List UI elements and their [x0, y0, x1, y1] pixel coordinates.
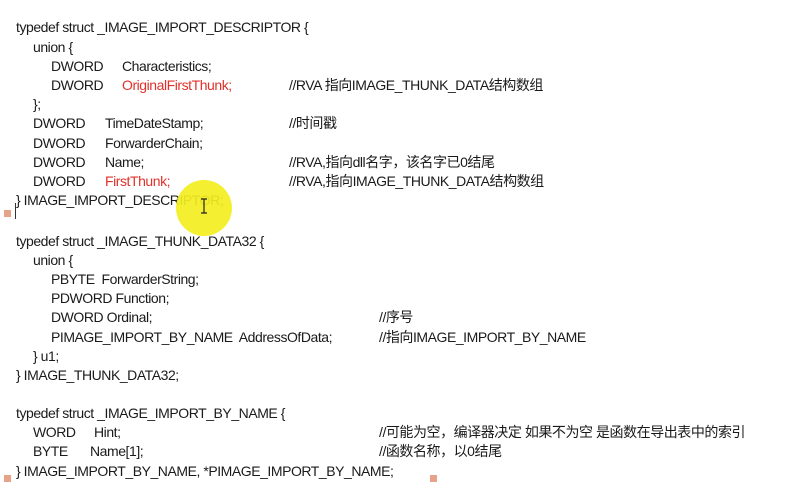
highlighted-identifier: FirstThunk; — [105, 173, 171, 189]
code-text: typedef struct _IMAGE_IMPORT_DESCRIPTOR … — [16, 19, 309, 35]
margin-marker — [4, 475, 11, 482]
code-text: typedef struct _IMAGE_IMPORT_BY_NAME { — [16, 405, 285, 421]
code-text: DWORD — [51, 77, 104, 93]
code-text: WORD — [33, 424, 76, 440]
code-text: PIMAGE_IMPORT_BY_NAME AddressOfData; — [51, 329, 333, 345]
code-text: Name[1]; — [90, 443, 144, 459]
code-comment: //RVA 指向IMAGE_THUNK_DATA结构数组 — [289, 77, 543, 93]
code-text: DWORD — [33, 154, 86, 170]
code-text: Name; — [105, 154, 144, 170]
code-comment: //函数名称，以0结尾 — [379, 443, 502, 459]
code-comment: //指向IMAGE_IMPORT_BY_NAME — [379, 329, 586, 345]
highlighted-identifier: OriginalFirstThunk; — [122, 77, 232, 93]
code-text: ForwarderChain; — [105, 135, 203, 151]
code-text: Hint; — [94, 424, 121, 440]
code-text: DWORD — [33, 115, 86, 131]
code-text: union { — [33, 252, 73, 268]
code-text: } u1; — [33, 348, 59, 364]
code-text: } IMAGE_IMPORT_BY_NAME, *PIMAGE_IMPORT_B… — [16, 463, 394, 479]
code-text: }; — [33, 96, 41, 112]
code-text: DWORD Ordinal; — [51, 309, 153, 325]
text-caret — [15, 203, 16, 219]
code-text: PDWORD Function; — [51, 290, 170, 306]
code-text: typedef struct _IMAGE_THUNK_DATA32 { — [16, 233, 264, 249]
code-comment: //可能为空，编译器决定 如果不为空 是函数在导出表中的索引 — [379, 424, 746, 440]
margin-marker — [430, 475, 437, 482]
code-comment: //序号 — [379, 309, 413, 325]
code-text: DWORD — [51, 58, 104, 74]
code-text: PBYTE ForwarderString; — [51, 271, 199, 287]
code-text: DWORD — [33, 173, 86, 189]
code-text: union { — [33, 39, 73, 55]
code-comment: //RVA,指向IMAGE_THUNK_DATA结构数组 — [289, 173, 544, 189]
code-text: BYTE — [33, 443, 68, 459]
code-document[interactable]: typedef struct _IMAGE_IMPORT_DESCRIPTOR … — [0, 0, 801, 491]
code-text: } IMAGE_THUNK_DATA32; — [16, 367, 179, 383]
code-comment: //时间戳 — [289, 115, 337, 131]
code-text: Characteristics; — [122, 58, 212, 74]
code-text: DWORD — [33, 135, 86, 151]
text-cursor-icon — [201, 198, 207, 214]
margin-marker — [4, 210, 11, 217]
code-comment: //RVA,指向dll名字，该名字已0结尾 — [289, 154, 495, 170]
code-text: TimeDateStamp; — [105, 115, 204, 131]
